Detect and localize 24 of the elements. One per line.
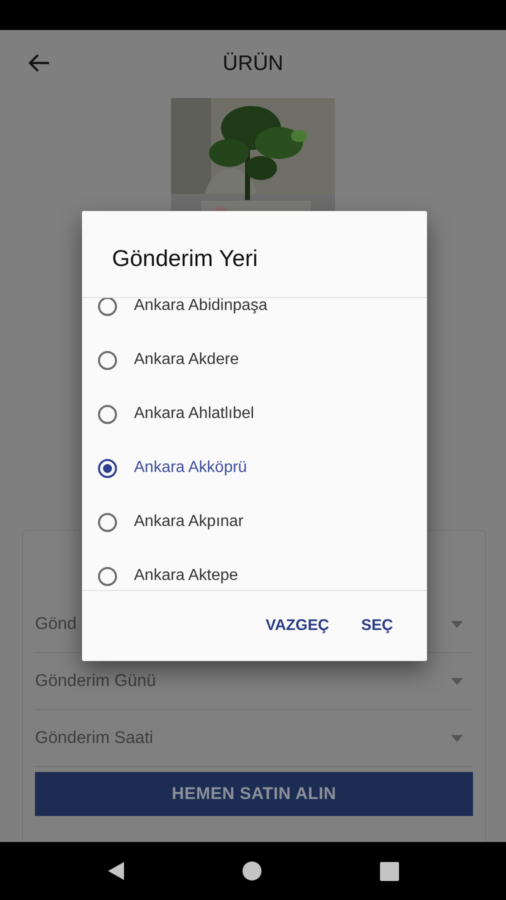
radio-button[interactable]: [98, 512, 117, 532]
option-label[interactable]: Ankara Akköprü: [134, 456, 247, 480]
radio-button[interactable]: [98, 404, 117, 424]
option-label[interactable]: Ankara Abidinpaşa: [134, 298, 268, 318]
dropdown-arrow-icon: [451, 620, 463, 628]
dialog-button[interactable]: VAZGEÇ: [256, 606, 340, 646]
dropdown-arrow-icon: [451, 678, 463, 684]
back-icon[interactable]: [106, 861, 125, 881]
radio-button[interactable]: [98, 458, 117, 478]
option-label[interactable]: Ankara Akdere: [134, 348, 239, 372]
dialog-button[interactable]: SEÇ: [351, 606, 403, 646]
option-label[interactable]: Ankara Akpınar: [134, 510, 244, 534]
back-arrow-icon[interactable]: [28, 53, 50, 73]
dropdown-arrow-icon: [451, 734, 463, 742]
home-icon[interactable]: [242, 861, 262, 881]
dialog-title: Gönderim Yeri: [112, 245, 258, 271]
recents-icon[interactable]: [380, 862, 400, 880]
buy-now-button[interactable]: HEMEN SATIN ALIN: [35, 772, 473, 816]
option-label[interactable]: Ankara Aktepe: [134, 564, 238, 588]
page-title: ÜRÜN: [222, 51, 284, 78]
radio-button[interactable]: [98, 298, 117, 316]
option-label[interactable]: Ankara Ahlatlıbel: [134, 402, 254, 426]
radio-button[interactable]: [98, 350, 117, 370]
radio-button[interactable]: [98, 566, 117, 586]
